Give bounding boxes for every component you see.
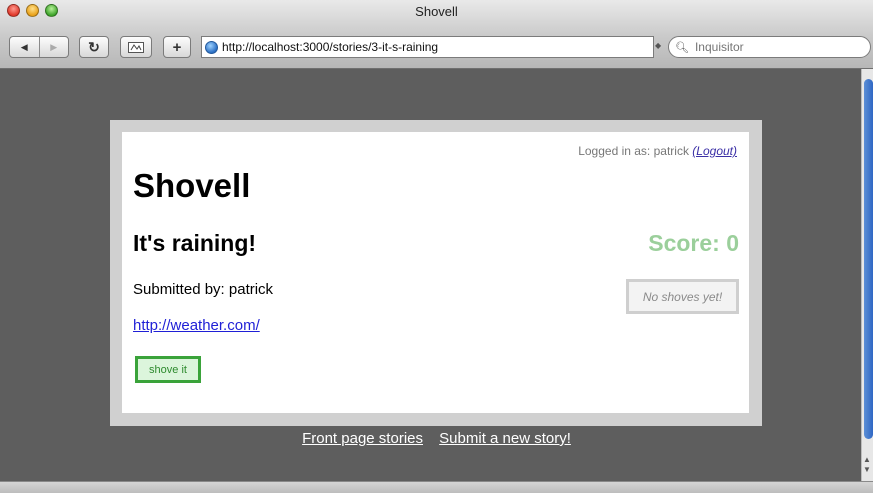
reload-button[interactable]: ↻ [79,36,109,58]
forward-button[interactable]: ▶ [38,37,69,57]
front-page-link[interactable]: Front page stories [302,430,423,447]
plus-icon: + [172,38,182,56]
status-bar [0,481,873,493]
browser-toolbar: ◀ ▶ ↻ + http://localhost:3000/stories/3-… [0,36,873,60]
content-frame: Logged in as: patrick (Logout) Shovell I… [110,120,762,426]
bookmark-window-icon [128,41,144,53]
scroll-arrows-icon[interactable]: ▲ ▼ [863,455,871,475]
shove-it-button[interactable]: shove it [135,356,201,383]
address-dropdown-icon[interactable]: ◆ [655,41,664,53]
back-button[interactable]: ◀ [10,37,39,57]
vertical-scrollbar[interactable]: ▲ ▼ [861,69,873,481]
address-text: http://localhost:3000/stories/3-it-s-rai… [222,40,439,54]
add-bookmark-button[interactable]: + [163,36,191,58]
submit-story-link[interactable]: Submit a new story! [439,430,571,447]
window-title: Shovell [415,4,458,19]
reload-icon: ↻ [88,38,100,55]
back-arrow-icon: ◀ [20,41,28,52]
back-forward-buttons: ◀ ▶ [9,36,69,58]
forward-arrow-icon: ▶ [50,41,58,52]
search-input[interactable] [692,39,857,55]
login-status: Logged in as: patrick (Logout) [578,144,737,158]
search-box[interactable]: 🔍︎ [668,36,871,58]
address-bar[interactable]: http://localhost:3000/stories/3-it-s-rai… [201,36,654,58]
window-titlebar: Shovell ◀ ▶ ↻ + http://localhost:3000/st… [0,0,873,69]
story-score: Score: 0 [648,230,739,256]
story-url-link[interactable]: http://weather.com/ [133,317,260,334]
no-shoves-box: No shoves yet! [626,279,739,314]
submitted-by: Submitted by: patrick [133,281,274,298]
footer-nav: Front page stories Submit a new story! [0,430,873,447]
bookmarks-button[interactable] [120,36,152,58]
login-text: Logged in as: patrick [578,144,689,158]
globe-icon [205,40,218,54]
logout-link[interactable]: (Logout) [692,144,737,158]
story-title: It's raining! [133,230,257,256]
story-card: Logged in as: patrick (Logout) Shovell I… [122,132,749,413]
site-title: Shovell [133,167,251,204]
scrollbar-thumb[interactable] [864,79,873,439]
search-icon: 🔍︎ [675,41,689,54]
